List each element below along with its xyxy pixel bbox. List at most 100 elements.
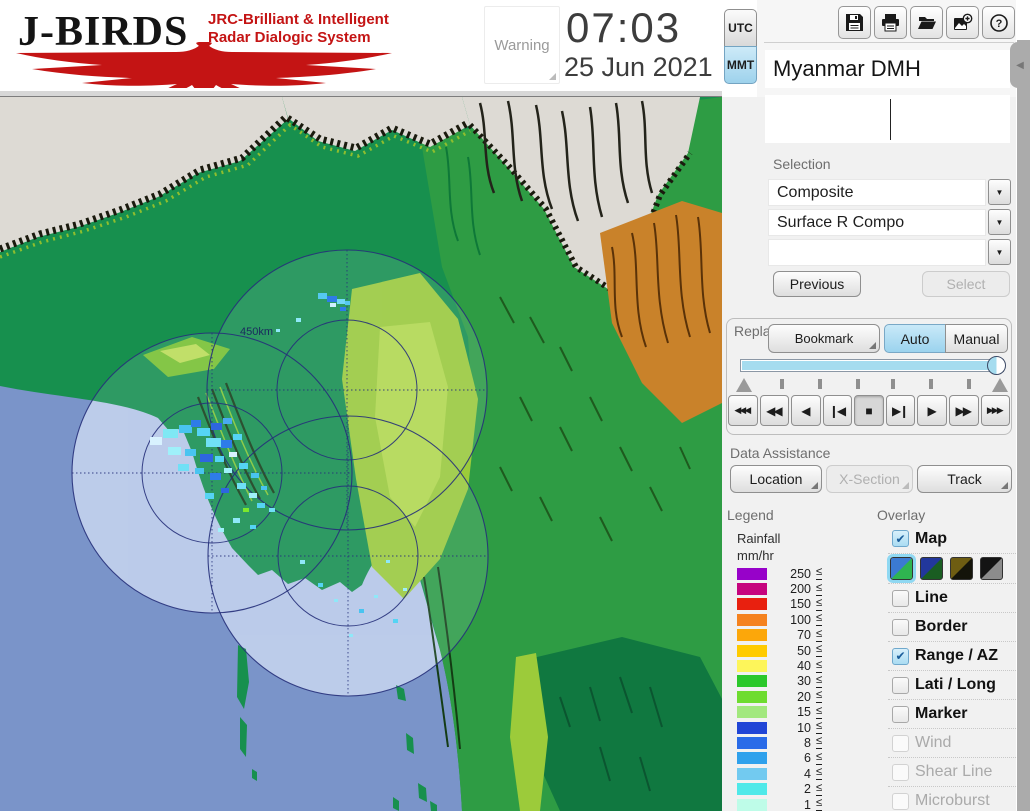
rain-cell [206, 438, 221, 447]
print-button[interactable] [874, 6, 907, 39]
replay-slider-handle[interactable] [987, 356, 1006, 375]
toolbar: ? [838, 6, 1015, 39]
rain-cell [251, 473, 259, 478]
rain-cell [150, 437, 162, 445]
map-style-swatch-1[interactable] [887, 554, 916, 583]
legend-operator: ≤ [816, 612, 823, 627]
legend-value: 30 [797, 674, 811, 689]
legend-color-swatch [737, 598, 767, 611]
save-button[interactable] [838, 6, 871, 39]
legend-row: 20 ≤ [737, 689, 855, 704]
legend-value: 20 [797, 689, 811, 704]
range-end-marker[interactable] [992, 378, 1008, 392]
legend-operator: ≤ [816, 781, 823, 796]
checkbox-line[interactable] [892, 589, 909, 607]
utc-timezone-button[interactable]: UTC [724, 9, 757, 47]
rainfall-legend: 250 ≤200 ≤150 ≤100 ≤70 ≤50 ≤40 ≤30 ≤20 ≤15 ≤10 ≤8 ≤6… [737, 566, 855, 811]
fast-forward-button[interactable]: ▶▶ [948, 395, 979, 426]
legend-color-swatch [737, 752, 767, 765]
map-style-swatch-4[interactable] [980, 557, 1003, 580]
legend-row: 10 ≤ [737, 720, 855, 735]
legend-color-swatch [737, 783, 767, 796]
range-start-marker[interactable] [736, 378, 752, 392]
panel-edge-strip [1017, 40, 1030, 811]
rain-cell [269, 508, 275, 512]
rain-cell [393, 619, 398, 623]
field-divider-line [890, 99, 891, 140]
product-dropdown-field[interactable]: Surface R Compo [768, 209, 986, 236]
print-icon [882, 14, 899, 32]
bookmark-button[interactable]: Bookmark [768, 324, 880, 353]
jbirds-application: J-BIRDS JRC-Brilliant & Intelligent Rada… [0, 0, 1030, 811]
rain-cell [243, 508, 249, 512]
track-button[interactable]: Track [917, 465, 1012, 493]
manual-mode-button[interactable]: Manual [945, 324, 1008, 353]
legend-color-swatch [737, 644, 767, 657]
radar-map-canvas[interactable]: 450km [0, 97, 722, 811]
checked-checkbox-range-az[interactable]: ✔ [892, 647, 909, 665]
auto-mode-button[interactable]: Auto [884, 324, 946, 353]
rewind-to-start-button[interactable]: ◀◀◀ [728, 395, 758, 426]
legend-operator: ≤ [816, 720, 823, 735]
capture-add-icon [953, 13, 972, 30]
rain-cell [276, 329, 280, 332]
overlay-label-shear-line: Shear Line [915, 763, 993, 780]
rain-cell [218, 528, 224, 532]
legend-color-swatch [737, 690, 767, 703]
checked-checkbox-map[interactable]: ✔ [892, 530, 909, 547]
overlay-label-wind: Wind [915, 734, 952, 751]
play-reverse-button[interactable]: ◀ [791, 395, 821, 426]
open-file-button[interactable] [910, 6, 943, 39]
warning-button[interactable]: Warning [484, 6, 560, 84]
legend-row: 2 ≤ [737, 781, 855, 796]
legend-value: 150 [790, 597, 811, 612]
category-dropdown-field[interactable]: Composite [768, 179, 986, 206]
forward-to-end-button[interactable]: ▶▶▶ [980, 395, 1011, 426]
step-forward-button[interactable]: ▶❙ [885, 395, 916, 426]
data-assistance-label: Data Assistance [730, 445, 831, 461]
fast-rewind-button[interactable]: ◀◀ [759, 395, 790, 426]
legend-color-swatch [737, 629, 767, 642]
checkbox-marker[interactable] [892, 705, 909, 723]
legend-row: 6 ≤ [737, 751, 855, 766]
checkbox-border[interactable] [892, 618, 909, 636]
checkbox-shear-line [892, 763, 909, 781]
location-button[interactable]: Location [730, 465, 822, 493]
map-style-swatch-2[interactable] [920, 557, 943, 580]
stop-button[interactable]: ■ [854, 395, 884, 426]
rain-cell [215, 456, 224, 462]
replay-progress-slider[interactable] [740, 359, 1004, 372]
overlay-item-marker: Marker [888, 699, 1016, 728]
open-folder-icon [917, 17, 936, 29]
collapse-arrow-icon: ◀ [1016, 59, 1024, 71]
category-dropdown-arrow[interactable]: ▼ [988, 179, 1011, 205]
legend-operator: ≤ [816, 689, 823, 704]
step-back-button[interactable]: ❙◀ [822, 395, 853, 426]
map-style-swatch-3[interactable] [950, 557, 973, 580]
legend-row: 70 ≤ [737, 628, 855, 643]
product-list-field[interactable] [765, 95, 1010, 143]
legend-value: 15 [797, 705, 811, 720]
overlay-item-lati-long: Lati / Long [888, 670, 1016, 699]
option-dropdown-field[interactable] [768, 239, 986, 266]
play-button[interactable]: ▶ [917, 395, 947, 426]
selection-section-label: Selection [773, 156, 831, 172]
eagle-logo-icon [16, 42, 392, 88]
legend-value: 1 [804, 797, 811, 811]
legend-color-swatch [737, 675, 767, 688]
select-button[interactable]: Select [922, 271, 1010, 297]
x-section-button[interactable]: X-Section [826, 465, 913, 493]
checkbox-lati-long[interactable] [892, 676, 909, 694]
option-dropdown-arrow[interactable]: ▼ [988, 239, 1011, 265]
rain-cell [327, 296, 337, 302]
product-dropdown-arrow[interactable]: ▼ [988, 209, 1011, 235]
legend-section-label: Legend [727, 507, 774, 523]
mmt-timezone-button[interactable]: MMT [724, 46, 757, 84]
capture-add-button[interactable] [946, 6, 979, 39]
previous-button[interactable]: Previous [773, 271, 861, 297]
overlay-item-range-az: ✔ Range / AZ [888, 641, 1016, 670]
help-button[interactable]: ? [982, 6, 1015, 39]
legend-operator: ≤ [816, 750, 823, 765]
legend-operator: ≤ [816, 735, 823, 750]
panel-collapse-tab[interactable]: ◀ [1010, 42, 1030, 88]
